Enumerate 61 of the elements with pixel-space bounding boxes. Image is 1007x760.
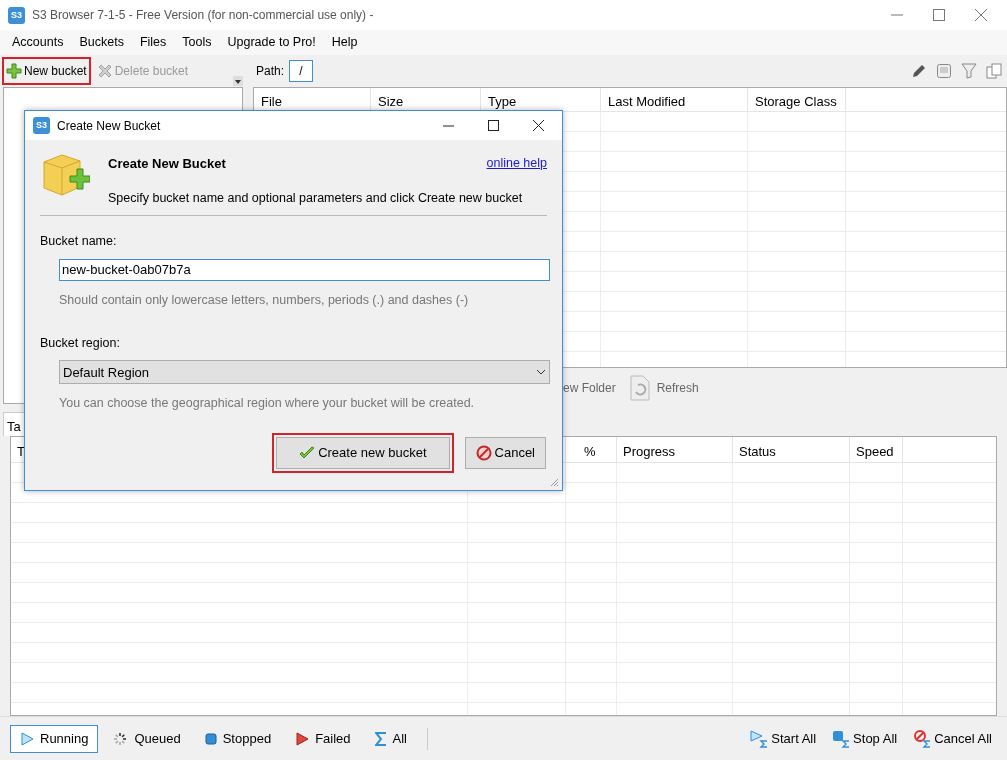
sigma-icon — [374, 731, 387, 746]
cancel-sigma-icon — [913, 729, 932, 748]
checkmark-icon — [299, 446, 316, 460]
new-bucket-button[interactable]: New bucket — [2, 57, 91, 85]
play-sigma-icon — [750, 729, 769, 748]
dialog-title: Create New Bucket — [57, 117, 161, 135]
play-icon — [295, 731, 310, 746]
online-help-link[interactable]: online help — [486, 154, 547, 174]
resize-grip-icon[interactable] — [550, 478, 559, 487]
spinner-icon — [112, 730, 129, 747]
column-header[interactable]: Speed — [850, 437, 903, 462]
menu-item[interactable]: Help — [324, 33, 365, 52]
bucket-region-hint: You can choose the geographical region where your bucket will be created. — [59, 395, 476, 413]
play-icon — [20, 731, 34, 746]
menu-item[interactable]: Upgrade to Pro! — [220, 33, 323, 52]
bucket-region-select[interactable]: Default Region — [59, 360, 550, 385]
plus-icon — [6, 63, 22, 79]
stop-icon — [204, 732, 217, 745]
dialog-heading: Create New Bucket — [108, 155, 226, 173]
column-header[interactable]: Progress — [617, 437, 733, 462]
bucket-region-label: Bucket region: — [40, 334, 121, 352]
filter-icon[interactable] — [961, 63, 977, 79]
column-header[interactable]: % — [566, 437, 617, 462]
no-entry-icon — [475, 445, 492, 461]
create-bucket-button[interactable]: Create new bucket — [272, 433, 454, 473]
menu-item[interactable]: Tools — [175, 33, 219, 52]
bucket-name-field[interactable]: new-bucket-0ab07b7a — [59, 258, 550, 281]
dialog-description: Specify bucket name and optional parameters and click Create new bucket — [108, 189, 524, 207]
dropdown-icon[interactable] — [233, 76, 243, 86]
filter-tab[interactable]: Failed — [285, 724, 361, 753]
bucket-name-label: Bucket name: — [40, 233, 118, 250]
column-header[interactable]: Last Modified — [601, 88, 748, 111]
column-header[interactable]: Status — [733, 437, 850, 462]
tasks-tab[interactable]: Ta — [3, 412, 25, 436]
filter-tab[interactable]: Queued — [102, 724, 191, 753]
path-field[interactable]: / — [289, 60, 314, 82]
copy-icon[interactable] — [986, 63, 1002, 79]
x-icon — [96, 63, 113, 79]
pencil-icon[interactable] — [911, 63, 927, 79]
menu-item[interactable]: Buckets — [72, 33, 131, 52]
chevron-down-icon — [536, 369, 546, 376]
task-action-button[interactable]: Start All — [745, 724, 822, 753]
dialog-app-icon: S3 — [33, 117, 50, 134]
filter-tab[interactable]: Stopped — [194, 724, 282, 753]
task-action-button[interactable]: Stop All — [827, 724, 903, 753]
menu-item[interactable]: Accounts — [5, 33, 71, 52]
window-title: S3 Browser 7-1-5 - Free Version (for non-commercial use only) - — [32, 7, 374, 24]
filter-tab[interactable]: All — [364, 724, 417, 753]
refresh-button[interactable]: Refresh — [625, 374, 699, 402]
stop-sigma-icon — [832, 729, 851, 748]
filter-tab[interactable]: Running — [10, 724, 99, 753]
app-icon: S3 — [8, 6, 25, 24]
column-header[interactable]: Storage Class — [748, 88, 846, 111]
maximize-icon[interactable] — [488, 120, 499, 131]
bucket-name-hint: Should contain only lowercase letters, numbers, periods (.) and dashes (-) — [59, 291, 470, 309]
path-label: Path: — [256, 63, 285, 80]
window-icon[interactable] — [936, 63, 952, 79]
menu-item[interactable]: Files — [132, 33, 174, 52]
task-action-button[interactable]: Cancel All — [908, 724, 997, 753]
toolbar-item[interactable]: ew Folder — [563, 379, 616, 397]
close-icon[interactable] — [533, 120, 544, 131]
